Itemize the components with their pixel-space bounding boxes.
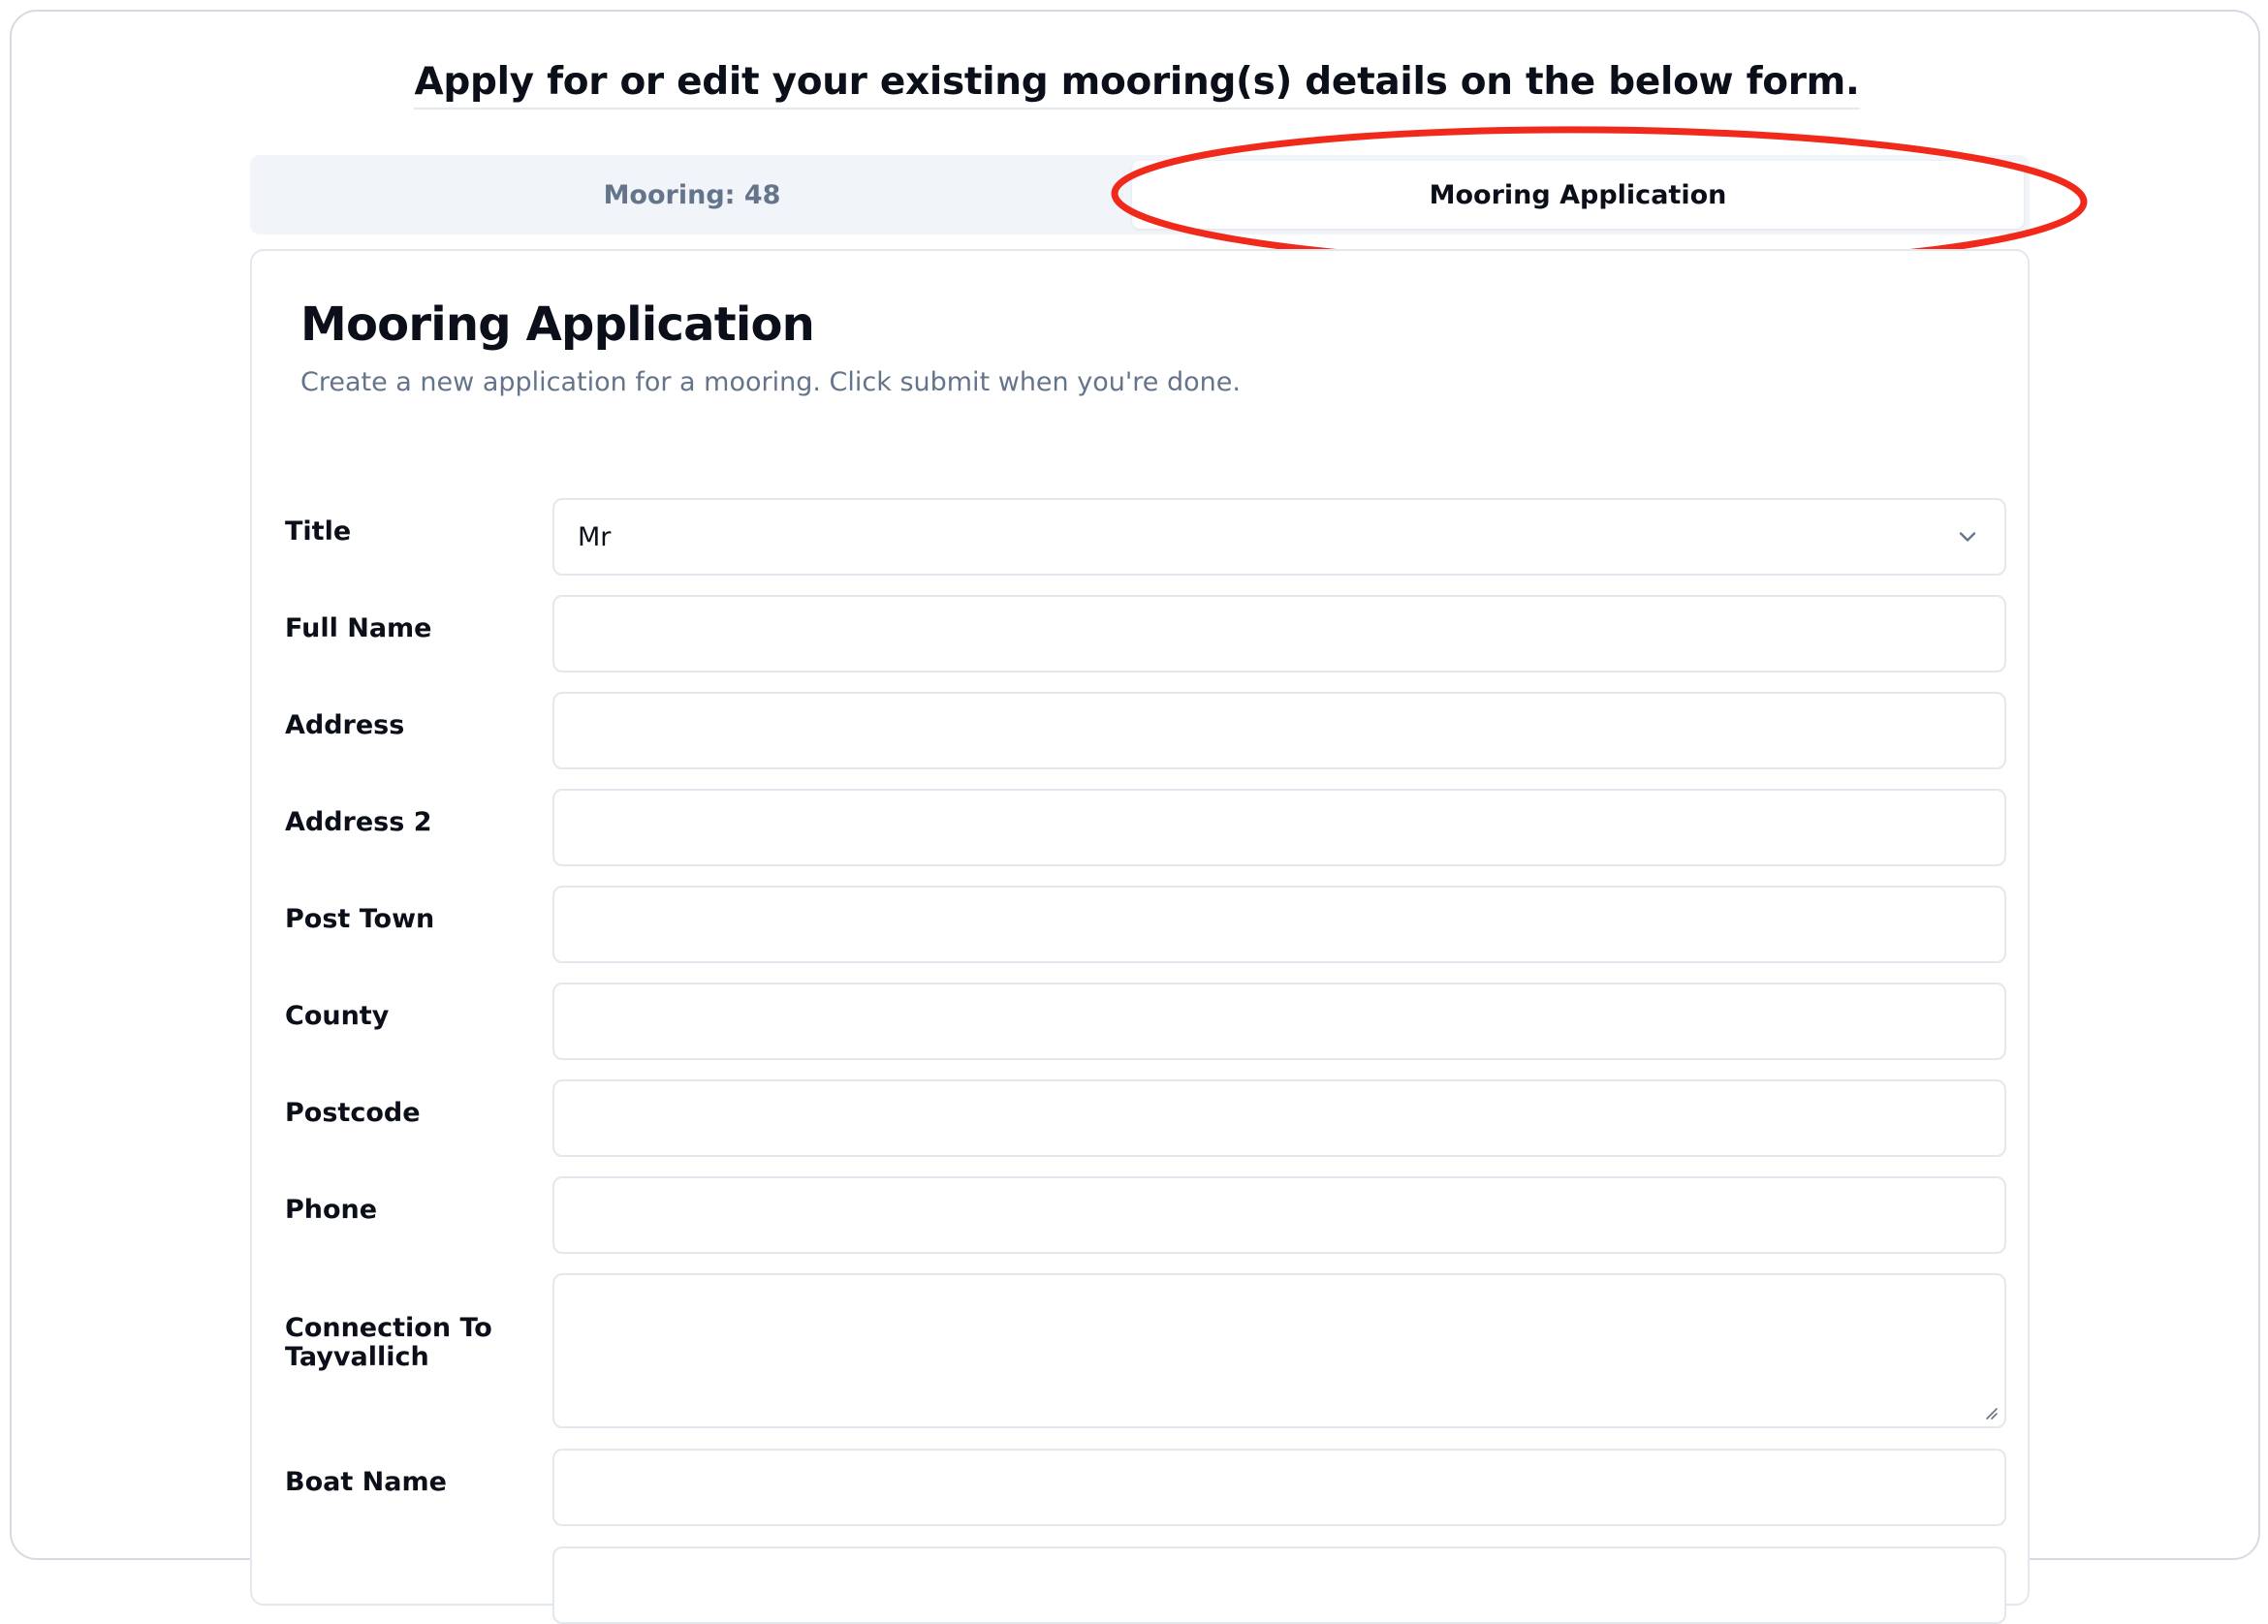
tab-mooring-48-label: Mooring: 48 (603, 179, 781, 210)
phone-label: Phone (285, 1195, 378, 1225)
application-card: Mooring Application Create a new applica… (250, 249, 2030, 1624)
post-town-label: Post Town (285, 904, 435, 934)
next-field-input[interactable] (552, 1546, 2006, 1624)
tab-mooring-48[interactable]: Mooring: 48 (256, 161, 1128, 229)
tab-mooring-application-label: Mooring Application (1429, 179, 1727, 210)
full-name-label: Full Name (285, 613, 432, 643)
connection-label: Connection To Tayvallich (285, 1314, 492, 1372)
page-headline-text: Apply for or edit your existing mooring(… (414, 60, 1860, 109)
postcode-input[interactable] (552, 1079, 2006, 1157)
postcode-label: Postcode (285, 1098, 421, 1128)
county-input[interactable] (552, 983, 2006, 1060)
address-2-label: Address 2 (285, 807, 432, 837)
resize-handle-icon[interactable] (1981, 1403, 1999, 1421)
tab-mooring-application[interactable]: Mooring Application (1132, 161, 2024, 229)
boat-name-label: Boat Name (285, 1467, 447, 1497)
page-container: Apply for or edit your existing mooring(… (10, 10, 2262, 1624)
card-description: Create a new application for a mooring. … (300, 367, 1241, 397)
chevron-down-icon (1959, 532, 1976, 542)
tab-list: Mooring: 48 Mooring Application (250, 155, 2030, 234)
title-select-value: Mr (578, 521, 612, 552)
card-title: Mooring Application (300, 297, 815, 352)
connection-label-line2: Tayvallich (285, 1342, 429, 1372)
phone-input[interactable] (552, 1176, 2006, 1254)
address-label: Address (285, 710, 405, 740)
connection-label-line1: Connection To (285, 1313, 492, 1343)
address-2-input[interactable] (552, 789, 2006, 866)
address-input[interactable] (552, 692, 2006, 769)
full-name-input[interactable] (552, 595, 2006, 672)
county-label: County (285, 1001, 390, 1031)
title-select[interactable]: Mr (552, 498, 2006, 576)
title-label: Title (285, 516, 352, 547)
post-town-input[interactable] (552, 886, 2006, 963)
page-headline: Apply for or edit your existing mooring(… (12, 60, 2262, 109)
connection-textarea[interactable] (552, 1273, 2006, 1428)
boat-name-input[interactable] (552, 1449, 2006, 1526)
